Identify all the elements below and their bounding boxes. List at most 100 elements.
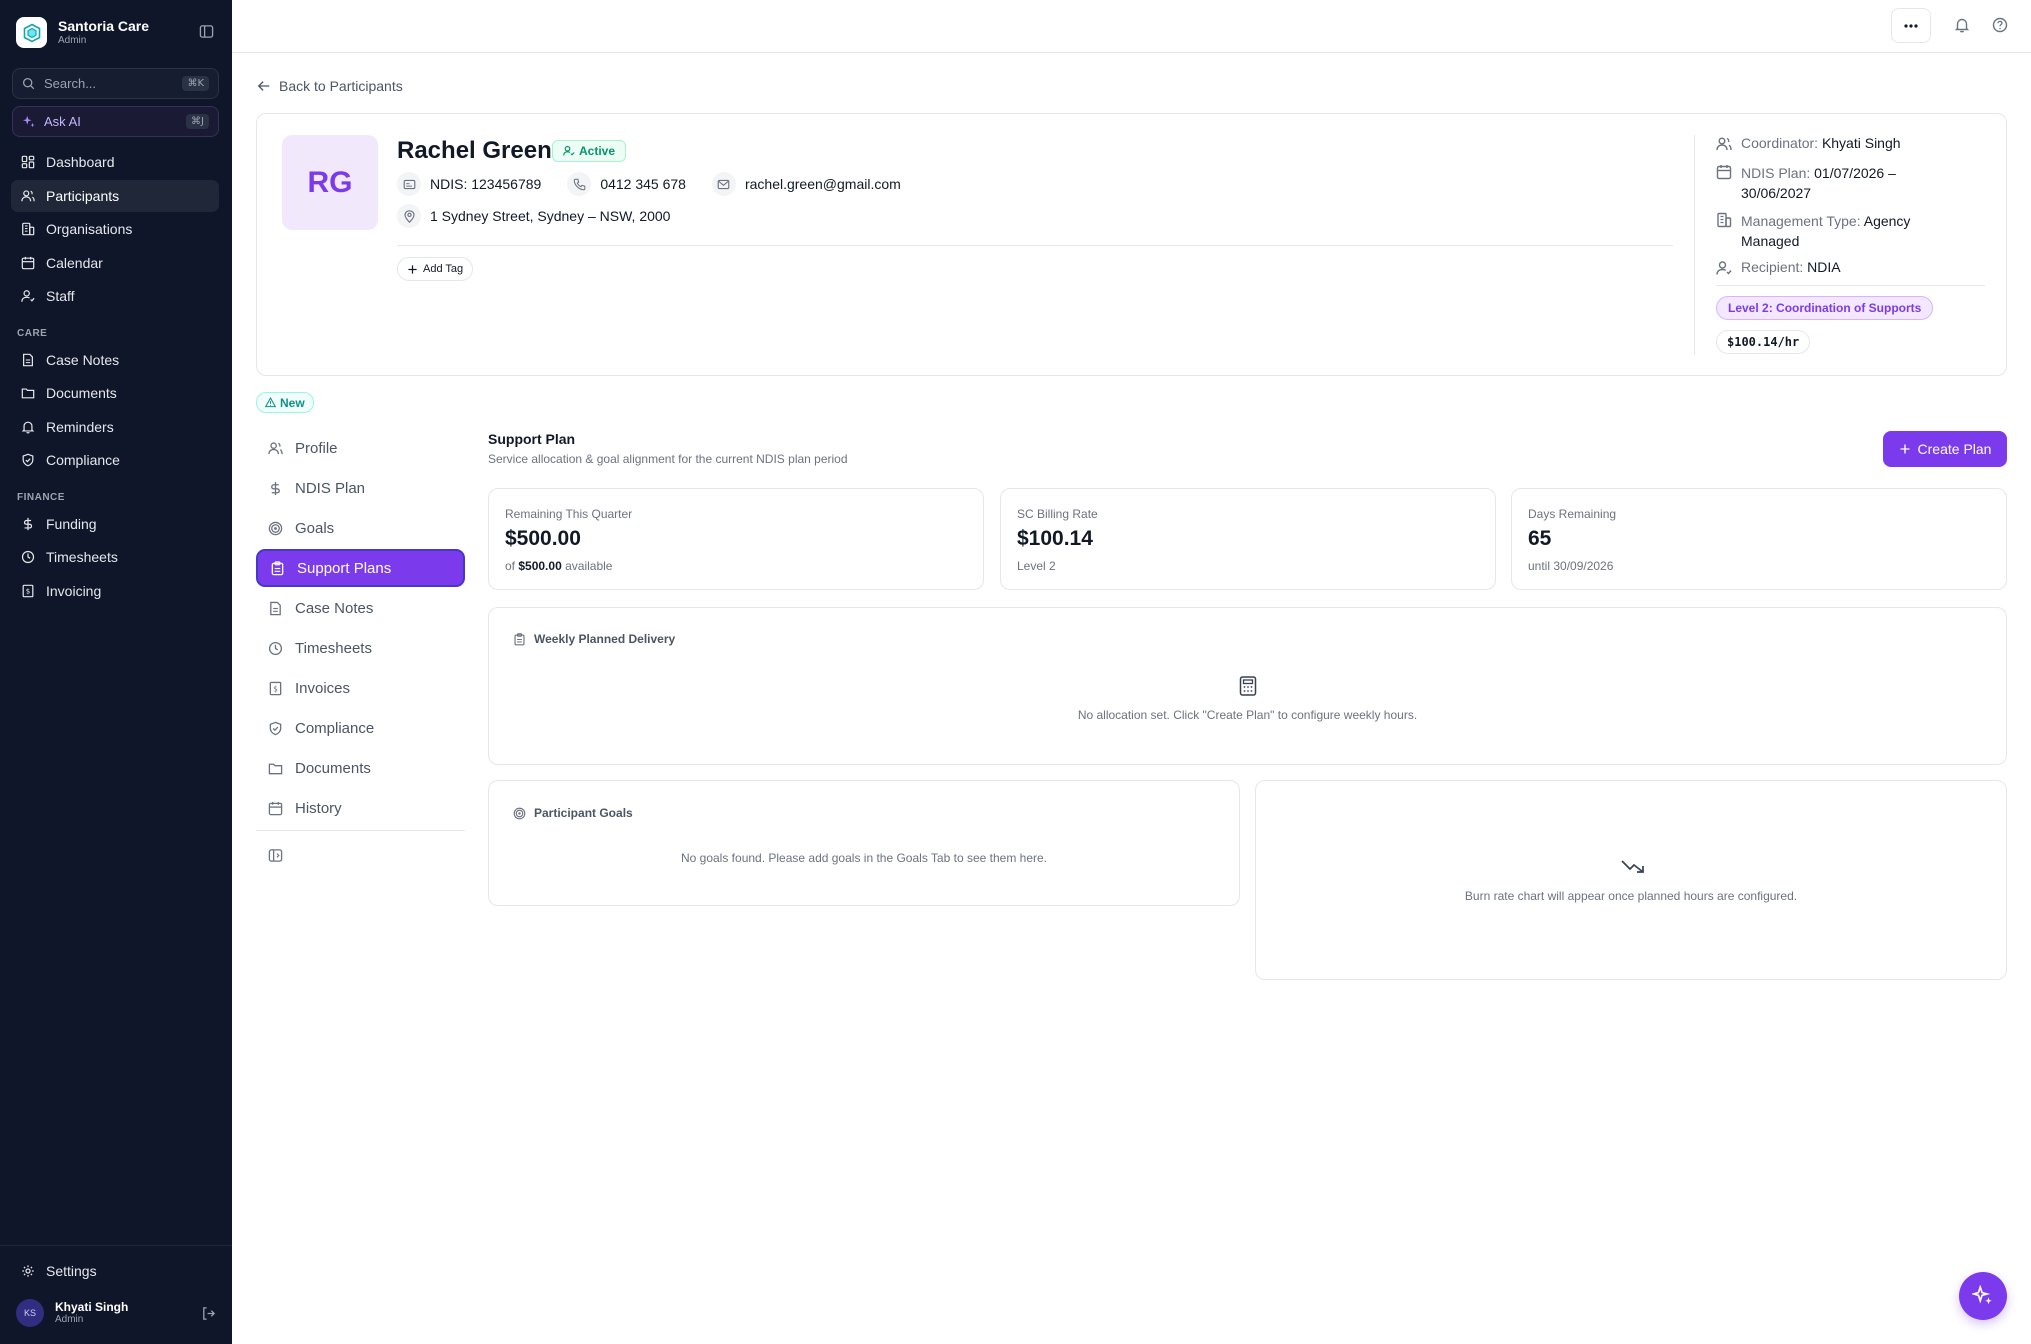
- bell-icon: [21, 421, 35, 434]
- email-address[interactable]: rachel.green@gmail.com: [711, 172, 901, 196]
- tab-label: Case Notes: [295, 599, 374, 617]
- contact-row: NDIS: 123456789 0412 345 678 rachel.gree…: [397, 172, 927, 196]
- sidebar: Santoria Care Admin Search... ⌘K Ask AI …: [0, 0, 232, 1344]
- search-shortcut: ⌘K: [182, 76, 209, 91]
- sidebar-item-reminders[interactable]: Reminders: [11, 411, 219, 443]
- svg-text:$: $: [26, 588, 30, 596]
- tab-documents[interactable]: Documents: [256, 749, 465, 787]
- sparkle-icon: [1972, 1285, 1992, 1305]
- brand[interactable]: Santoria Care Admin: [16, 17, 216, 48]
- create-plan-button[interactable]: Create Plan: [1883, 431, 2007, 467]
- sidebar-item-timesheets[interactable]: Timesheets: [11, 541, 219, 573]
- tab-compliance[interactable]: Compliance: [256, 709, 465, 747]
- sidebar-item-label: Participants: [46, 188, 120, 204]
- tab-support-plans[interactable]: Support Plans: [256, 549, 465, 587]
- stat-sub: of $500.00 available: [505, 559, 613, 573]
- participant-avatar: RG: [282, 135, 378, 230]
- sidebar-item-funding[interactable]: Funding: [11, 508, 219, 540]
- sidebar-item-participants[interactable]: Participants: [11, 180, 219, 212]
- tab-label: Profile: [295, 439, 338, 457]
- sidebar-collapse-icon[interactable]: [199, 24, 214, 39]
- management-type-info: Management Type: Agency Managed: [1716, 211, 1910, 251]
- sub-nav-divider: [256, 830, 465, 831]
- tab-ndis-plan[interactable]: NDIS Plan: [256, 469, 465, 507]
- logout-icon[interactable]: [201, 1306, 216, 1321]
- phone-text: 0412 345 678: [600, 176, 686, 192]
- notifications-bell-icon[interactable]: [1954, 17, 1970, 33]
- plus-icon: [408, 264, 417, 274]
- sub-nav-collapse-icon[interactable]: [268, 848, 283, 863]
- avatar: KS: [16, 1299, 44, 1327]
- burn-rate-empty-message: Burn rate chart will appear once planned…: [1464, 889, 1798, 903]
- tab-profile[interactable]: Profile: [256, 429, 465, 467]
- stat-card-remaining: Remaining This Quarter $500.00 of $500.0…: [488, 488, 984, 590]
- tab-case-notes[interactable]: Case Notes: [256, 589, 465, 627]
- card-divider: [397, 245, 1673, 246]
- sidebar-item-organisations[interactable]: Organisations: [11, 213, 219, 245]
- management-label: Management Type:: [1741, 213, 1861, 229]
- more-options-button[interactable]: [1891, 8, 1931, 43]
- sidebar-item-label: Reminders: [46, 419, 114, 435]
- participant-goals-panel: Participant Goals No goals found. Please…: [488, 780, 1240, 906]
- tab-goals[interactable]: Goals: [256, 509, 465, 547]
- back-to-participants-link[interactable]: Back to Participants: [257, 78, 403, 94]
- folder-icon: [21, 388, 35, 399]
- sparkle-icon: [22, 115, 36, 129]
- sidebar-search-input[interactable]: Search... ⌘K: [12, 68, 219, 99]
- sidebar-item-calendar[interactable]: Calendar: [11, 247, 219, 279]
- add-tag-button[interactable]: Add Tag: [397, 257, 474, 281]
- ndis-plan-info: NDIS Plan: 01/07/2026 – 30/06/2027: [1716, 163, 1896, 203]
- tab-invoices[interactable]: $ Invoices: [256, 669, 465, 707]
- status-badge: Active: [552, 140, 627, 162]
- stat-value: 65: [1528, 527, 1552, 550]
- sidebar-item-invoicing[interactable]: $ Invoicing: [11, 575, 219, 607]
- user-profile[interactable]: KS Khyati Singh Admin: [16, 1299, 216, 1327]
- weekly-empty-message: No allocation set. Click "Create Plan" t…: [1077, 708, 1418, 722]
- sidebar-item-dashboard[interactable]: Dashboard: [11, 146, 219, 178]
- stat-label: SC Billing Rate: [1017, 507, 1098, 521]
- clock-icon: [21, 550, 35, 564]
- status-text: Active: [579, 144, 616, 158]
- mail-icon: [711, 172, 736, 196]
- target-icon: [513, 807, 526, 819]
- document-icon: [23, 353, 33, 367]
- recipient-value: NDIA: [1807, 259, 1841, 275]
- tab-label: Support Plans: [297, 559, 392, 577]
- tab-history[interactable]: History: [256, 789, 465, 827]
- sidebar-item-label: Organisations: [46, 221, 133, 237]
- phone-number[interactable]: 0412 345 678: [567, 172, 686, 196]
- sidebar-item-label: Dashboard: [46, 154, 115, 170]
- support-plan-title: Support Plan: [488, 431, 576, 447]
- user-name: Khyati Singh: [55, 1300, 129, 1314]
- help-icon[interactable]: [1992, 17, 2008, 33]
- panel-title: Weekly Planned Delivery: [513, 632, 675, 646]
- calendar-icon: [1716, 165, 1732, 180]
- phone-icon: [567, 172, 592, 196]
- user-icon: [268, 441, 283, 454]
- topbar: [232, 0, 2031, 53]
- calendar-icon: [268, 801, 283, 815]
- ndis-number: NDIS: 123456789: [397, 172, 541, 196]
- sidebar-item-settings[interactable]: Settings: [11, 1255, 219, 1287]
- weekly-planned-delivery-panel: Weekly Planned Delivery No allocation se…: [488, 607, 2007, 765]
- staff-icon: [1716, 261, 1732, 275]
- sidebar-item-staff[interactable]: Staff: [11, 280, 219, 312]
- sidebar-item-documents[interactable]: Documents: [11, 377, 219, 409]
- sidebar-item-compliance[interactable]: Compliance: [11, 444, 219, 476]
- tab-timesheets[interactable]: Timesheets: [256, 629, 465, 667]
- arrow-left-icon: [257, 81, 270, 91]
- dollar-icon: [23, 517, 33, 531]
- tab-label: Timesheets: [295, 639, 372, 657]
- alert-triangle-icon: [265, 397, 276, 408]
- ai-assistant-fab[interactable]: [1959, 1272, 2007, 1320]
- svg-text:$: $: [273, 684, 278, 693]
- stat-sub: until 30/09/2026: [1528, 559, 1614, 573]
- email-text: rachel.green@gmail.com: [744, 176, 901, 192]
- ask-ai-button[interactable]: Ask AI ⌘J: [12, 106, 219, 137]
- shield-icon: [269, 721, 282, 735]
- tab-label: Invoices: [295, 679, 351, 697]
- sidebar-item-case-notes[interactable]: Case Notes: [11, 344, 219, 376]
- sidebar-item-label: Calendar: [46, 255, 103, 271]
- search-placeholder: Search...: [44, 76, 97, 91]
- new-badge: New: [256, 392, 314, 413]
